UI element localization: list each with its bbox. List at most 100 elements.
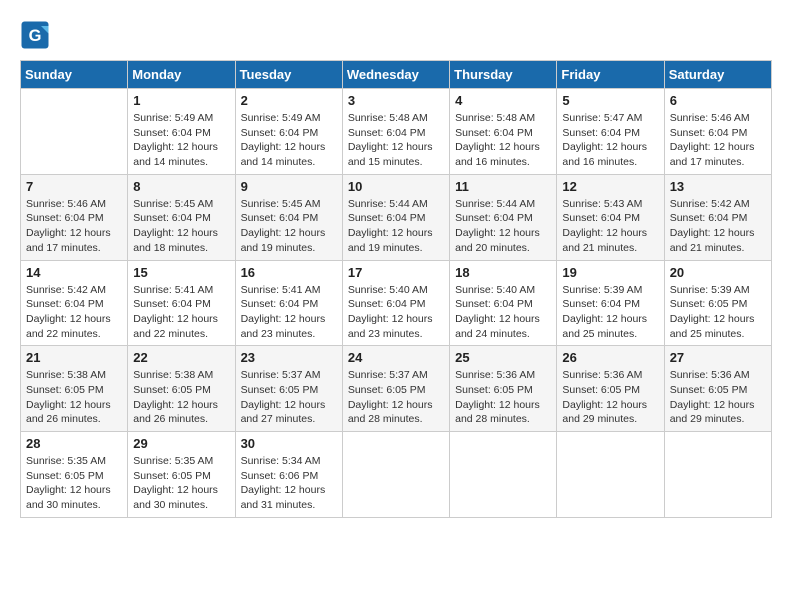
header-day: Friday: [557, 61, 664, 89]
calendar-day: [21, 89, 128, 175]
svg-text:G: G: [29, 27, 42, 45]
calendar-day: 18 Sunrise: 5:40 AM Sunset: 6:04 PM Dayli…: [450, 260, 557, 346]
calendar-day: 23Sunrise: 5:37 AM Sunset: 6:05 PM Dayli…: [235, 346, 342, 432]
header-day: Wednesday: [342, 61, 449, 89]
day-detail: Sunrise: 5:41 AM Sunset: 6:04 PM Dayligh…: [241, 283, 337, 342]
calendar-day: 2 Sunrise: 5:49 AM Sunset: 6:04 PM Daylig…: [235, 89, 342, 175]
day-number: 1: [133, 93, 229, 108]
day-number: 29: [133, 436, 229, 451]
day-detail: Sunrise: 5:38 AM Sunset: 6:05 PM Dayligh…: [133, 368, 229, 427]
day-number: 24: [348, 350, 444, 365]
day-detail: Sunrise: 5:42 AM Sunset: 6:04 PM Dayligh…: [26, 283, 122, 342]
day-number: 13: [670, 179, 766, 194]
calendar-day: 14 Sunrise: 5:42 AM Sunset: 6:04 PM Dayli…: [21, 260, 128, 346]
day-number: 18: [455, 265, 551, 280]
day-number: 30: [241, 436, 337, 451]
logo: G: [20, 20, 54, 50]
day-number: 17: [348, 265, 444, 280]
calendar-day: 27 Sunrise: 5:36 AM Sunset: 6:05 PM Dayli…: [664, 346, 771, 432]
calendar-day: 25 Sunrise: 5:36 AM Sunset: 6:05 PM Dayli…: [450, 346, 557, 432]
day-number: 16: [241, 265, 337, 280]
day-detail: Sunrise: 5:39 AM Sunset: 6:04 PM Dayligh…: [562, 283, 658, 342]
calendar-week: 14 Sunrise: 5:42 AM Sunset: 6:04 PM Dayli…: [21, 260, 772, 346]
calendar-day: 5 Sunrise: 5:47 AM Sunset: 6:04 PM Daylig…: [557, 89, 664, 175]
calendar-day: 7 Sunrise: 5:46 AM Sunset: 6:04 PM Daylig…: [21, 174, 128, 260]
day-number: 27: [670, 350, 766, 365]
calendar-day: 28 Sunrise: 5:35 AM Sunset: 6:05 PM Dayli…: [21, 432, 128, 518]
calendar-table: SundayMondayTuesdayWednesdayThursdayFrid…: [20, 60, 772, 518]
day-number: 2: [241, 93, 337, 108]
day-number: 28: [26, 436, 122, 451]
header-day: Thursday: [450, 61, 557, 89]
calendar-day: 19 Sunrise: 5:39 AM Sunset: 6:04 PM Dayli…: [557, 260, 664, 346]
calendar-day: 9 Sunrise: 5:45 AM Sunset: 6:04 PM Daylig…: [235, 174, 342, 260]
calendar-day: 8Sunrise: 5:45 AM Sunset: 6:04 PM Daylig…: [128, 174, 235, 260]
day-detail: Sunrise: 5:48 AM Sunset: 6:04 PM Dayligh…: [455, 111, 551, 170]
header-day: Saturday: [664, 61, 771, 89]
calendar-day: 26Sunrise: 5:36 AM Sunset: 6:05 PM Dayli…: [557, 346, 664, 432]
day-number: 5: [562, 93, 658, 108]
day-detail: Sunrise: 5:47 AM Sunset: 6:04 PM Dayligh…: [562, 111, 658, 170]
logo-icon: G: [20, 20, 50, 50]
calendar-day: 29 Sunrise: 5:35 AM Sunset: 6:05 PM Dayli…: [128, 432, 235, 518]
day-number: 7: [26, 179, 122, 194]
calendar-day: 20 Sunrise: 5:39 AM Sunset: 6:05 PM Dayli…: [664, 260, 771, 346]
day-detail: Sunrise: 5:49 AM Sunset: 6:04 PM Dayligh…: [133, 111, 229, 170]
day-detail: Sunrise: 5:46 AM Sunset: 6:04 PM Dayligh…: [26, 197, 122, 256]
day-detail: Sunrise: 5:44 AM Sunset: 6:04 PM Dayligh…: [455, 197, 551, 256]
day-number: 15: [133, 265, 229, 280]
day-detail: Sunrise: 5:46 AM Sunset: 6:04 PM Dayligh…: [670, 111, 766, 170]
day-detail: Sunrise: 5:44 AM Sunset: 6:04 PM Dayligh…: [348, 197, 444, 256]
day-detail: Sunrise: 5:49 AM Sunset: 6:04 PM Dayligh…: [241, 111, 337, 170]
header-row: SundayMondayTuesdayWednesdayThursdayFrid…: [21, 61, 772, 89]
day-number: 6: [670, 93, 766, 108]
calendar-day: [342, 432, 449, 518]
day-detail: Sunrise: 5:40 AM Sunset: 6:04 PM Dayligh…: [348, 283, 444, 342]
day-detail: Sunrise: 5:36 AM Sunset: 6:05 PM Dayligh…: [455, 368, 551, 427]
day-number: 8: [133, 179, 229, 194]
day-number: 25: [455, 350, 551, 365]
day-number: 22: [133, 350, 229, 365]
day-detail: Sunrise: 5:40 AM Sunset: 6:04 PM Dayligh…: [455, 283, 551, 342]
calendar-day: 15Sunrise: 5:41 AM Sunset: 6:04 PM Dayli…: [128, 260, 235, 346]
calendar-body: 1 Sunrise: 5:49 AM Sunset: 6:04 PM Daylig…: [21, 89, 772, 518]
day-detail: Sunrise: 5:42 AM Sunset: 6:04 PM Dayligh…: [670, 197, 766, 256]
day-detail: Sunrise: 5:45 AM Sunset: 6:04 PM Dayligh…: [241, 197, 337, 256]
calendar-day: [557, 432, 664, 518]
day-number: 20: [670, 265, 766, 280]
day-number: 19: [562, 265, 658, 280]
day-detail: Sunrise: 5:35 AM Sunset: 6:05 PM Dayligh…: [133, 454, 229, 513]
day-number: 4: [455, 93, 551, 108]
calendar-week: 28 Sunrise: 5:35 AM Sunset: 6:05 PM Dayli…: [21, 432, 772, 518]
calendar-day: 1 Sunrise: 5:49 AM Sunset: 6:04 PM Daylig…: [128, 89, 235, 175]
calendar-day: 10 Sunrise: 5:44 AM Sunset: 6:04 PM Dayli…: [342, 174, 449, 260]
header-day: Sunday: [21, 61, 128, 89]
day-detail: Sunrise: 5:43 AM Sunset: 6:04 PM Dayligh…: [562, 197, 658, 256]
day-number: 9: [241, 179, 337, 194]
calendar-day: 13 Sunrise: 5:42 AM Sunset: 6:04 PM Dayli…: [664, 174, 771, 260]
calendar-day: 24 Sunrise: 5:37 AM Sunset: 6:05 PM Dayli…: [342, 346, 449, 432]
day-number: 23: [241, 350, 337, 365]
day-number: 3: [348, 93, 444, 108]
calendar-day: 3 Sunrise: 5:48 AM Sunset: 6:04 PM Daylig…: [342, 89, 449, 175]
calendar-week: 21 Sunrise: 5:38 AM Sunset: 6:05 PM Dayli…: [21, 346, 772, 432]
day-number: 12: [562, 179, 658, 194]
day-number: 26: [562, 350, 658, 365]
day-detail: Sunrise: 5:38 AM Sunset: 6:05 PM Dayligh…: [26, 368, 122, 427]
day-detail: Sunrise: 5:35 AM Sunset: 6:05 PM Dayligh…: [26, 454, 122, 513]
calendar-day: 16 Sunrise: 5:41 AM Sunset: 6:04 PM Dayli…: [235, 260, 342, 346]
day-detail: Sunrise: 5:34 AM Sunset: 6:06 PM Dayligh…: [241, 454, 337, 513]
calendar-day: 4 Sunrise: 5:48 AM Sunset: 6:04 PM Daylig…: [450, 89, 557, 175]
day-detail: Sunrise: 5:37 AM Sunset: 6:05 PM Dayligh…: [348, 368, 444, 427]
calendar-day: [450, 432, 557, 518]
day-number: 10: [348, 179, 444, 194]
calendar-day: 17 Sunrise: 5:40 AM Sunset: 6:04 PM Dayli…: [342, 260, 449, 346]
day-number: 21: [26, 350, 122, 365]
day-number: 14: [26, 265, 122, 280]
day-detail: Sunrise: 5:48 AM Sunset: 6:04 PM Dayligh…: [348, 111, 444, 170]
calendar-week: 1 Sunrise: 5:49 AM Sunset: 6:04 PM Daylig…: [21, 89, 772, 175]
calendar-day: 22 Sunrise: 5:38 AM Sunset: 6:05 PM Dayli…: [128, 346, 235, 432]
day-detail: Sunrise: 5:36 AM Sunset: 6:05 PM Dayligh…: [670, 368, 766, 427]
day-detail: Sunrise: 5:39 AM Sunset: 6:05 PM Dayligh…: [670, 283, 766, 342]
calendar-day: 12 Sunrise: 5:43 AM Sunset: 6:04 PM Dayli…: [557, 174, 664, 260]
